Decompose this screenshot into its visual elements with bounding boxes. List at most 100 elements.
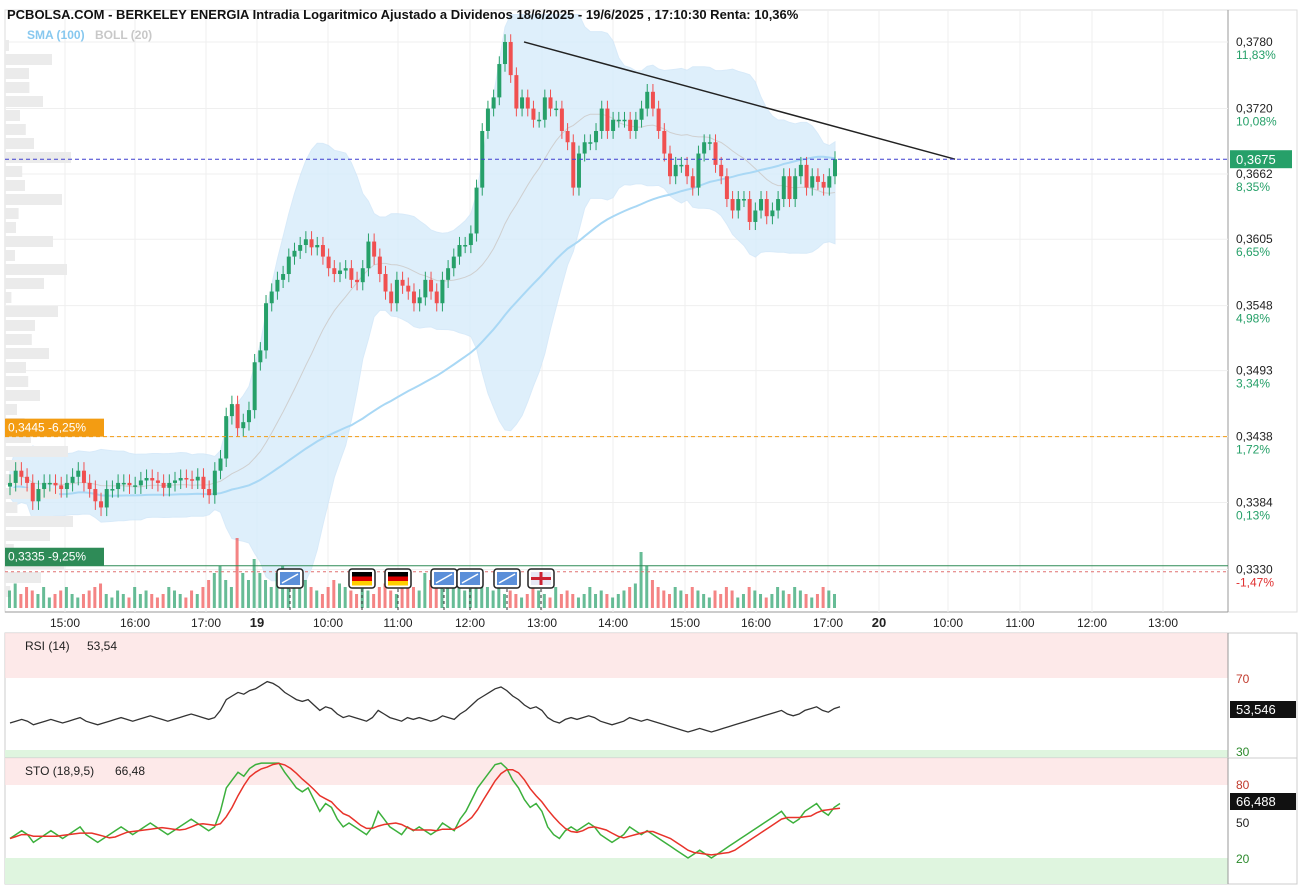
candle-body bbox=[25, 476, 30, 483]
volume-bar bbox=[400, 587, 404, 608]
volume-bar bbox=[93, 587, 97, 608]
volume-profile-bar bbox=[5, 138, 34, 149]
candle-body bbox=[303, 239, 308, 246]
volume-bar bbox=[810, 597, 814, 608]
volume-bar bbox=[309, 587, 313, 608]
time-tick-label: 16:00 bbox=[120, 616, 150, 630]
volume-bar bbox=[662, 590, 666, 608]
time-tick-label: 15:00 bbox=[50, 616, 80, 630]
volume-profile-bar bbox=[5, 264, 67, 275]
candle-body bbox=[605, 108, 610, 131]
volume-bar bbox=[76, 597, 80, 608]
volume-bar bbox=[8, 590, 11, 608]
volume-bar bbox=[724, 587, 728, 608]
candle-body bbox=[582, 142, 587, 154]
volume-profile-bar bbox=[5, 306, 58, 317]
candle-body bbox=[298, 245, 303, 251]
rsi-label: RSI (14) bbox=[25, 639, 70, 653]
candle-body bbox=[360, 268, 365, 283]
volume-bar bbox=[463, 590, 467, 608]
candle-body bbox=[565, 130, 570, 143]
price-tick-label: 0,3548 bbox=[1236, 299, 1273, 313]
candle-body bbox=[548, 97, 553, 109]
volume-bar bbox=[104, 594, 108, 608]
sto-overbought-zone bbox=[5, 758, 1228, 785]
candle-body bbox=[787, 176, 792, 200]
volume-bar bbox=[59, 590, 63, 608]
volume-bar bbox=[690, 587, 694, 608]
chart-flag-icon bbox=[276, 568, 304, 589]
candle-body bbox=[645, 91, 650, 109]
volume-bar bbox=[633, 583, 637, 608]
rsi-overbought-zone bbox=[5, 633, 1228, 678]
candle-body bbox=[64, 482, 69, 490]
volume-bar bbox=[173, 590, 176, 608]
volume-bar bbox=[622, 590, 626, 608]
volume-bar bbox=[497, 587, 501, 608]
rsi-current-label: 53,546 bbox=[1236, 702, 1276, 717]
candle-body bbox=[451, 256, 456, 269]
candle-body bbox=[690, 176, 695, 188]
candle-body bbox=[252, 362, 257, 411]
volume-bar bbox=[434, 587, 438, 608]
volume-bar bbox=[508, 590, 512, 608]
candle-body bbox=[491, 97, 496, 109]
candle-body bbox=[406, 285, 411, 292]
volume-bar bbox=[372, 594, 376, 608]
volume-bar bbox=[696, 590, 700, 608]
candle-body bbox=[235, 404, 240, 429]
candle-body bbox=[793, 176, 798, 200]
price-tick-label: 0,3720 bbox=[1236, 102, 1273, 116]
volume-profile-bar bbox=[5, 54, 52, 65]
candle-body bbox=[810, 176, 815, 188]
volume-bar bbox=[235, 538, 239, 608]
volume-bar bbox=[542, 594, 546, 608]
candle-body bbox=[184, 478, 189, 480]
volume-bar bbox=[798, 590, 802, 608]
volume-bar bbox=[656, 587, 660, 608]
volume-bar bbox=[531, 587, 535, 608]
candle-body bbox=[463, 245, 468, 247]
sto-value: 66,48 bbox=[115, 764, 145, 778]
volume-bar bbox=[195, 594, 199, 608]
candle-body bbox=[628, 119, 633, 131]
volume-bar bbox=[554, 587, 558, 608]
volume-bar bbox=[343, 587, 347, 608]
volume-bar bbox=[576, 597, 580, 608]
volume-bar bbox=[548, 597, 552, 608]
candle-body bbox=[377, 256, 382, 275]
candle-body bbox=[155, 480, 160, 483]
candle-body bbox=[394, 279, 399, 304]
time-tick-label: 12:00 bbox=[1077, 616, 1107, 630]
candle-body bbox=[685, 164, 690, 177]
time-tick-label: 16:00 bbox=[741, 616, 771, 630]
time-tick-label: 17:00 bbox=[191, 616, 221, 630]
volume-bar bbox=[787, 594, 791, 608]
volume-bar bbox=[144, 590, 148, 608]
volume-bar bbox=[679, 590, 683, 608]
candle-body bbox=[178, 478, 183, 481]
volume-profile-bar bbox=[5, 194, 62, 205]
candle-body bbox=[656, 108, 661, 131]
candle-body bbox=[707, 142, 712, 144]
candle-body bbox=[144, 478, 149, 481]
volume-profile-bar bbox=[5, 320, 35, 331]
volume-bar bbox=[764, 597, 768, 608]
green-level-label: 0,3335 -9,25% bbox=[8, 550, 86, 564]
volume-bar bbox=[25, 587, 29, 608]
volume-bar bbox=[457, 587, 461, 608]
candle-body bbox=[753, 210, 758, 222]
volume-bar bbox=[389, 590, 393, 608]
sto-oversold-zone bbox=[5, 858, 1228, 884]
volume-profile-bar bbox=[5, 124, 26, 135]
volume-bar bbox=[673, 587, 677, 608]
candle-body bbox=[594, 130, 599, 143]
germany-flag-icon bbox=[348, 568, 376, 589]
volume-bar bbox=[241, 573, 245, 608]
volume-bar bbox=[707, 597, 711, 608]
volume-profile-bar bbox=[5, 530, 50, 541]
volume-bar bbox=[178, 594, 182, 608]
candle-body bbox=[326, 256, 331, 269]
candle-body bbox=[309, 239, 314, 248]
volume-bar bbox=[70, 594, 74, 608]
